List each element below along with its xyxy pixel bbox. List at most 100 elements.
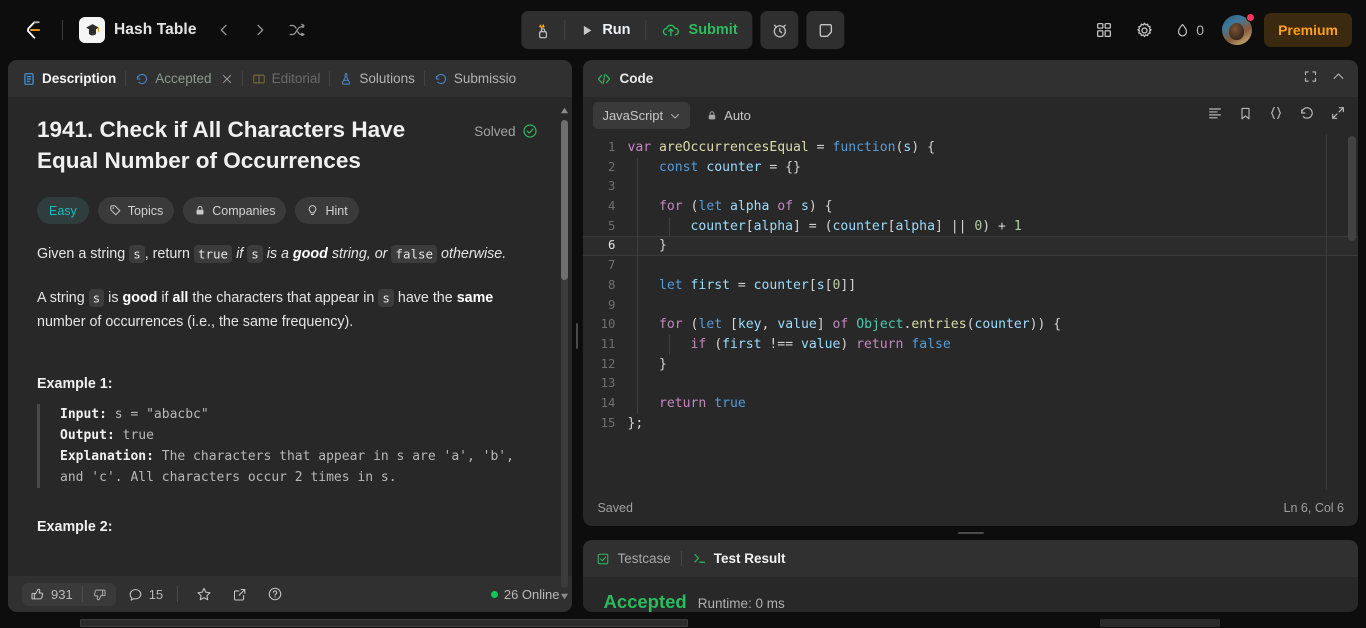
page-hscrollbar-thumb[interactable] xyxy=(80,619,688,627)
editor-scrollbar-thumb[interactable] xyxy=(1348,136,1357,241)
line-number: 4 xyxy=(608,199,616,214)
auto-toggle[interactable]: Auto xyxy=(702,102,755,129)
indent-guide xyxy=(637,354,639,375)
companies-button[interactable]: Companies xyxy=(183,197,287,225)
topics-button[interactable]: Topics xyxy=(97,197,175,225)
avatar[interactable] xyxy=(1222,13,1256,45)
problem-list-label: Hash Table xyxy=(114,21,197,38)
code-line[interactable]: 14 return true xyxy=(583,393,1358,414)
code-line[interactable]: 11 if (first !== value) return false xyxy=(583,334,1358,355)
thumbs-down-icon xyxy=(93,589,106,600)
p1-code-2: true xyxy=(193,244,233,263)
code-line[interactable]: 6 } xyxy=(583,236,1359,257)
tab-test-result[interactable]: Test Result xyxy=(692,551,786,566)
gear-icon[interactable] xyxy=(1126,12,1162,48)
code-line[interactable]: 5 counter[alpha] = (counter[alpha] || 0)… xyxy=(583,216,1358,237)
tab-solutions[interactable]: Solutions xyxy=(330,66,424,91)
share-button[interactable] xyxy=(224,583,255,606)
language-selector[interactable]: JavaScript xyxy=(593,102,691,129)
panel-resize-handle[interactable] xyxy=(572,60,584,612)
previous-problem-button[interactable] xyxy=(209,15,239,45)
indent-guide xyxy=(637,177,639,198)
help-button[interactable] xyxy=(259,582,291,606)
note-icon[interactable] xyxy=(806,11,845,49)
p2-text-1: A string xyxy=(37,290,89,307)
run-button[interactable]: Run xyxy=(565,11,645,49)
code-line[interactable]: 12 } xyxy=(583,354,1358,375)
comments-button[interactable]: 15 xyxy=(120,583,171,606)
expand-icon[interactable] xyxy=(1303,69,1318,89)
apps-grid-icon[interactable] xyxy=(1086,12,1122,48)
problem-list-icon xyxy=(79,17,105,43)
difficulty-label: Easy xyxy=(49,203,77,218)
expand-arrows-icon[interactable] xyxy=(1330,105,1346,126)
solved-label: Solved xyxy=(474,123,516,139)
curly-braces-icon[interactable] xyxy=(1268,105,1284,126)
daily-challenge-icon[interactable] xyxy=(521,11,564,49)
description-panel: Description Accepted Editorial Solutions… xyxy=(8,60,572,612)
code-line[interactable]: 9 xyxy=(583,295,1358,316)
line-number: 14 xyxy=(600,395,616,410)
indent-guide xyxy=(637,236,639,257)
solved-badge: Solved xyxy=(474,123,537,139)
indent-guide xyxy=(637,393,639,414)
code-line[interactable]: 1 var areOccurrencesEqual = function(s) { xyxy=(583,138,1358,158)
code-line-text: if (first !== value) return false xyxy=(690,336,951,352)
code-line[interactable]: 13 xyxy=(583,374,1358,394)
scrollbar-thumb[interactable] xyxy=(560,120,568,280)
scroll-up-arrow[interactable] xyxy=(560,106,569,115)
bookmark-icon[interactable] xyxy=(1238,106,1253,126)
notification-dot xyxy=(1246,13,1256,22)
code-line[interactable]: 15}; xyxy=(583,414,1358,434)
vertical-resize-handle[interactable] xyxy=(583,526,1358,540)
code-line[interactable]: 8 let first = counter[s[0]] xyxy=(583,275,1358,296)
code-line[interactable]: 4 for (let alpha of s) { xyxy=(583,197,1358,217)
code-editor[interactable]: 1 var areOccurrencesEqual = function(s) {… xyxy=(583,134,1359,490)
result-status: Accepted xyxy=(603,591,687,612)
tab-submissions[interactable]: Submissio xyxy=(425,66,525,91)
code-line[interactable]: 2 const counter = {} xyxy=(583,157,1358,178)
indent-guide xyxy=(637,275,639,296)
code-line[interactable]: 7 xyxy=(583,256,1358,276)
indent-guide xyxy=(637,157,639,178)
premium-button[interactable]: Premium xyxy=(1264,13,1352,47)
tab-description[interactable]: Description xyxy=(13,66,125,91)
code-line[interactable]: 10 for (let [key, value] of Object.entri… xyxy=(583,315,1358,335)
line-number: 12 xyxy=(600,356,616,371)
nav-divider xyxy=(62,20,63,40)
description-icon xyxy=(24,72,34,85)
alarm-clock-icon[interactable] xyxy=(760,11,799,49)
scroll-down-arrow[interactable] xyxy=(560,592,569,601)
difficulty-badge[interactable]: Easy xyxy=(37,197,89,225)
streak-counter[interactable]: 0 xyxy=(1166,12,1212,48)
page-hscrollbar-thumb-secondary[interactable] xyxy=(1100,619,1220,627)
code-header-left: Code xyxy=(596,71,653,87)
shuffle-icon[interactable] xyxy=(281,15,313,45)
submit-button[interactable]: Submit xyxy=(647,11,753,49)
leetcode-logo[interactable] xyxy=(14,11,52,49)
downvote-button[interactable] xyxy=(83,583,116,606)
code-panel-title: Code xyxy=(619,71,654,86)
p2-text-3: if xyxy=(157,290,173,307)
check-circle-icon xyxy=(522,124,537,138)
footer-divider xyxy=(177,586,179,602)
description-scrollbar[interactable] xyxy=(560,106,569,601)
page-horizontal-scrollbar[interactable] xyxy=(0,618,1366,628)
upvote-button[interactable]: 931 xyxy=(22,583,82,606)
hint-button[interactable]: Hint xyxy=(295,197,359,225)
problem-list-chip[interactable]: Hash Table xyxy=(73,13,203,47)
next-problem-button[interactable] xyxy=(245,15,275,45)
history-clock-icon xyxy=(435,73,446,84)
format-lines-icon[interactable] xyxy=(1207,105,1223,126)
line-number: 5 xyxy=(608,218,616,233)
tab-editorial[interactable]: Editorial xyxy=(243,66,330,91)
submit-button-label: Submit xyxy=(688,22,738,38)
code-line[interactable]: 3 xyxy=(583,177,1358,198)
chevron-up-icon[interactable] xyxy=(1331,69,1346,89)
editor-scrollbar[interactable] xyxy=(1347,134,1357,490)
tab-testcase[interactable]: Testcase xyxy=(596,551,671,566)
reset-icon[interactable] xyxy=(1299,105,1315,126)
favorite-button[interactable] xyxy=(188,582,220,606)
close-icon[interactable] xyxy=(221,73,233,85)
tab-accepted[interactable]: Accepted xyxy=(126,66,241,91)
